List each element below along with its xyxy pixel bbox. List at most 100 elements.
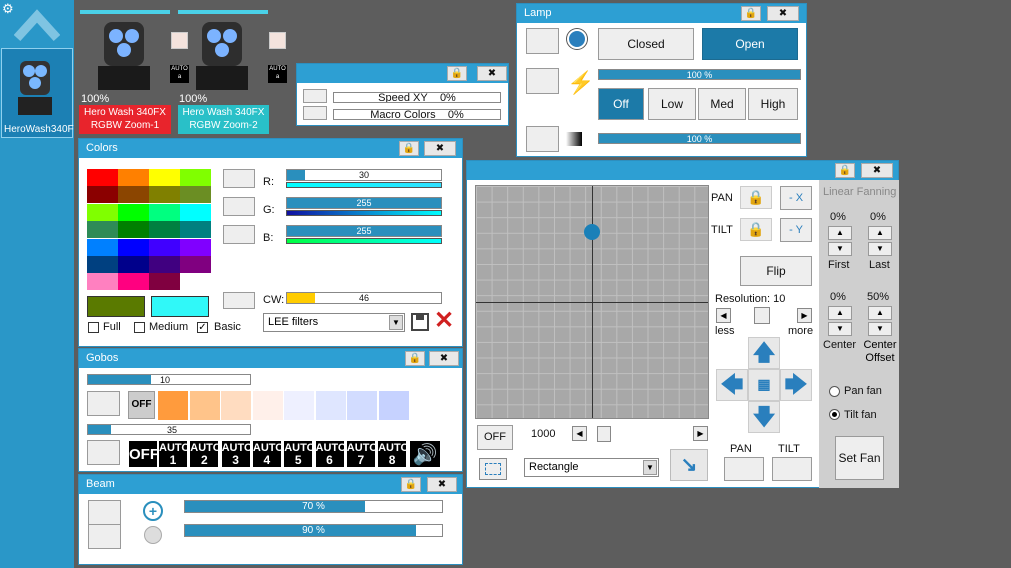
color-swatch[interactable] bbox=[118, 203, 149, 221]
full-checkbox[interactable] bbox=[88, 322, 99, 333]
moving-head-icon[interactable] bbox=[92, 16, 156, 92]
zoom-bar[interactable]: 70 % bbox=[184, 500, 443, 513]
lock-icon[interactable]: 🔒 bbox=[447, 66, 467, 81]
open-button[interactable]: Open bbox=[702, 28, 798, 60]
last-down-button[interactable]: ▼ bbox=[868, 242, 892, 256]
set-fan-button[interactable]: Set Fan bbox=[835, 436, 884, 480]
high-button[interactable]: High bbox=[748, 88, 798, 120]
macro-button[interactable] bbox=[303, 106, 327, 120]
macro-colors-bar[interactable]: Macro Colors 0% bbox=[333, 109, 501, 120]
pan-lock-icon[interactable]: 🔒 bbox=[740, 186, 772, 209]
close-icon[interactable]: ✖ bbox=[424, 141, 456, 156]
diagonal-arrow-icon[interactable]: ↘ bbox=[670, 449, 708, 481]
color-swatch[interactable] bbox=[87, 186, 118, 204]
decrease-button[interactable]: ◀ bbox=[572, 426, 587, 441]
gear-icon[interactable]: ⚙ bbox=[2, 1, 14, 17]
color-swatch[interactable] bbox=[87, 256, 118, 273]
green-button[interactable] bbox=[223, 197, 255, 216]
gobo-rotation-button[interactable] bbox=[87, 440, 120, 465]
color-swatch[interactable] bbox=[180, 203, 211, 221]
gobo-auto-button[interactable]: AUTO 1 bbox=[158, 440, 190, 468]
color-swatch[interactable] bbox=[180, 238, 211, 256]
color-swatch[interactable] bbox=[87, 169, 118, 186]
speaker-icon[interactable]: 🔊 bbox=[409, 440, 441, 468]
gobo-auto-button[interactable]: AUTO 3 bbox=[220, 440, 253, 468]
gobo-swatch[interactable] bbox=[315, 391, 346, 420]
xy-off-button[interactable]: OFF bbox=[477, 425, 513, 450]
gobo-rotation-bar[interactable]: 35 bbox=[87, 424, 251, 435]
medium-checkbox[interactable] bbox=[134, 322, 145, 333]
cw-bar[interactable]: 46 bbox=[286, 292, 442, 304]
selected-color-1[interactable] bbox=[87, 296, 145, 317]
color-swatch[interactable] bbox=[87, 221, 118, 239]
close-icon[interactable]: ✖ bbox=[767, 6, 799, 21]
gobo-swatch[interactable] bbox=[347, 391, 377, 420]
gobo-auto-button[interactable]: AUTO 2 bbox=[189, 440, 221, 468]
lamp-gradient-button[interactable] bbox=[526, 126, 559, 152]
color-swatch[interactable] bbox=[180, 169, 211, 186]
first-down-button[interactable]: ▼ bbox=[828, 242, 852, 256]
color-swatch[interactable] bbox=[118, 238, 149, 256]
tilt-bottom-button[interactable] bbox=[772, 457, 812, 481]
color-swatch[interactable] bbox=[87, 203, 118, 221]
blue-button[interactable] bbox=[223, 225, 255, 244]
lock-icon[interactable]: 🔒 bbox=[399, 141, 419, 156]
focus-button[interactable] bbox=[88, 524, 121, 549]
shape-select[interactable]: Rectangle ▼ bbox=[524, 458, 659, 477]
color-swatch[interactable] bbox=[118, 169, 149, 186]
fixture-2-check[interactable] bbox=[269, 32, 286, 49]
xy-position-dot[interactable] bbox=[584, 224, 600, 241]
close-icon[interactable]: ✖ bbox=[429, 351, 459, 366]
gobo-auto-button[interactable]: AUTO 8 bbox=[377, 440, 409, 468]
off-button[interactable]: Off bbox=[598, 88, 644, 120]
gobo-swatch[interactable] bbox=[284, 391, 314, 420]
pan-bottom-button[interactable] bbox=[724, 457, 764, 481]
close-icon[interactable]: ✖ bbox=[477, 66, 507, 81]
lamp-gradient-bar[interactable]: 100 % bbox=[598, 133, 801, 144]
gobo-auto-button[interactable]: AUTO 5 bbox=[283, 440, 315, 468]
moving-head-icon[interactable] bbox=[190, 16, 254, 92]
invert-tilt-button[interactable]: - Y bbox=[780, 218, 812, 242]
tilt-fan-radio[interactable] bbox=[829, 409, 840, 420]
med-button[interactable]: Med bbox=[698, 88, 746, 120]
low-button[interactable]: Low bbox=[648, 88, 696, 120]
gobo-swatch[interactable] bbox=[378, 391, 409, 420]
close-icon[interactable]: ✖ bbox=[427, 477, 457, 492]
center-icon[interactable]: ▦ bbox=[748, 369, 780, 401]
color-swatch[interactable] bbox=[180, 186, 211, 204]
speed-xy-bar[interactable]: Speed XY 0% bbox=[333, 92, 501, 103]
fixture-2-name[interactable]: Hero Wash 340FX RGBW Zoom-2 bbox=[178, 105, 269, 134]
speed-button[interactable] bbox=[303, 89, 327, 103]
gobo-wheel-bar[interactable]: 10 bbox=[87, 374, 251, 385]
close-icon[interactable]: ✖ bbox=[861, 163, 893, 178]
center-down-button[interactable]: ▼ bbox=[828, 322, 852, 336]
gobo-rotation-off-button[interactable]: OFF bbox=[128, 440, 159, 468]
gobo-wheel-button[interactable] bbox=[87, 391, 120, 416]
flip-button[interactable]: Flip bbox=[740, 256, 812, 286]
cw-button[interactable] bbox=[223, 292, 255, 309]
fixture-1-name[interactable]: Hero Wash 340FX RGBW Zoom-1 bbox=[79, 105, 171, 134]
red-bar[interactable]: 30 bbox=[286, 169, 442, 181]
chevron-up-icon[interactable] bbox=[14, 8, 60, 42]
gobo-auto-button[interactable]: AUTO 7 bbox=[345, 440, 378, 468]
zoom-button[interactable] bbox=[88, 500, 121, 525]
color-swatch[interactable] bbox=[118, 221, 149, 239]
color-swatch[interactable] bbox=[149, 238, 180, 256]
basic-checkbox[interactable]: ✓ bbox=[197, 322, 208, 333]
last-up-button[interactable]: ▲ bbox=[868, 226, 892, 240]
arrow-right-icon[interactable]: 🡆 bbox=[780, 369, 812, 401]
lock-icon[interactable]: 🔒 bbox=[741, 6, 761, 21]
color-swatch[interactable] bbox=[87, 238, 118, 256]
gobo-off-button[interactable]: OFF bbox=[128, 391, 155, 419]
color-swatch[interactable] bbox=[180, 256, 211, 273]
blue-bar[interactable]: 255 bbox=[286, 225, 442, 237]
lock-icon[interactable]: 🔒 bbox=[405, 351, 425, 366]
gobo-swatch[interactable] bbox=[221, 391, 251, 420]
lamp-intensity-bar[interactable]: 100 % bbox=[598, 69, 801, 80]
arrow-down-icon[interactable]: 🡇 bbox=[748, 401, 780, 433]
gobo-swatch[interactable] bbox=[158, 391, 188, 420]
filter-select[interactable]: LEE filters ▼ bbox=[263, 313, 405, 332]
green-bar[interactable]: 255 bbox=[286, 197, 442, 209]
red-button[interactable] bbox=[223, 169, 255, 188]
color-swatch[interactable] bbox=[118, 273, 149, 291]
